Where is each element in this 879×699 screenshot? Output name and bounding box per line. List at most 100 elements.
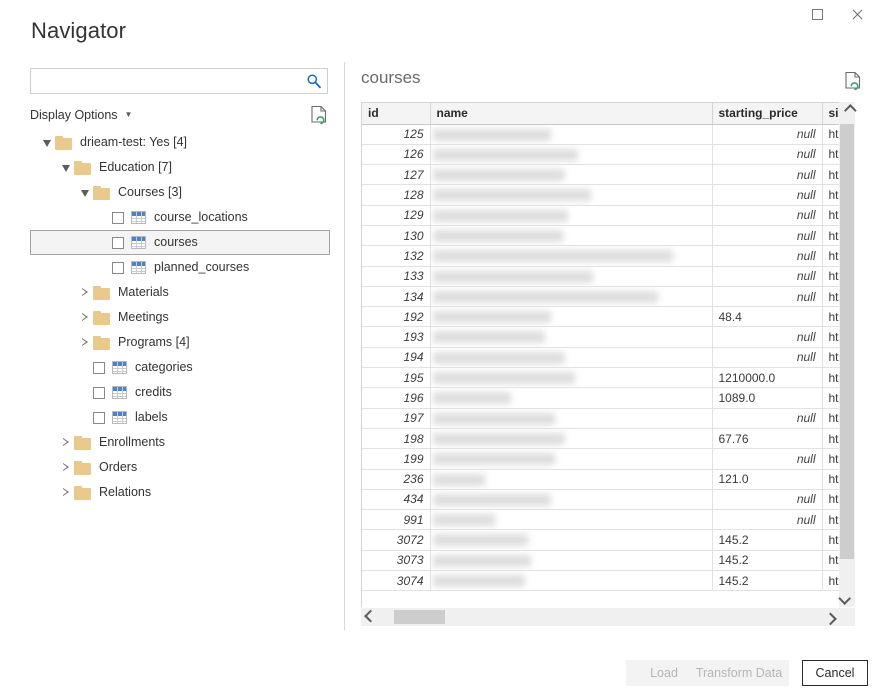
object-tree[interactable]: drieam-test: Yes [4] Education [7] Courses… xyxy=(30,130,330,590)
cell-starting-price: null xyxy=(712,124,823,145)
table-row[interactable]: 125 null ht xyxy=(362,124,839,145)
tree-item-courses[interactable]: courses xyxy=(30,230,330,255)
column-header-id[interactable]: id xyxy=(362,103,431,125)
expander-collapse-icon[interactable] xyxy=(58,164,74,172)
redacted-content xyxy=(432,534,528,547)
cancel-button[interactable]: Cancel xyxy=(802,660,868,686)
checkbox-categories[interactable] xyxy=(93,361,105,374)
folder-icon xyxy=(74,160,91,175)
cell-starting-price: null xyxy=(712,286,823,308)
table-row[interactable]: 134 null ht xyxy=(362,286,839,308)
checkbox-course-locations[interactable] xyxy=(112,211,124,224)
scroll-right-button[interactable] xyxy=(821,608,839,626)
checkbox-planned-courses[interactable] xyxy=(112,261,124,274)
tree-item-materials[interactable]: Materials xyxy=(30,280,329,305)
table-row[interactable]: 192 48.4 ht xyxy=(362,306,839,328)
tree-item-categories[interactable]: categories xyxy=(30,355,329,380)
redacted-content xyxy=(432,169,565,182)
scroll-down-button[interactable] xyxy=(837,590,855,607)
table-row[interactable]: 434 null ht xyxy=(362,489,839,511)
table-row[interactable]: 3074 145.2 ht xyxy=(362,570,839,592)
tree-item-labels[interactable]: labels xyxy=(30,405,329,430)
table-row[interactable]: 126 null ht xyxy=(362,144,839,166)
table-row[interactable]: 3073 145.2 ht xyxy=(362,550,839,572)
tree-item-education-7[interactable]: Education [7] xyxy=(30,155,329,180)
cell-id: 236 xyxy=(362,469,431,490)
table-row[interactable]: 194 null ht xyxy=(362,347,839,369)
table-row[interactable]: 197 null ht xyxy=(362,408,839,429)
cell-id: 194 xyxy=(362,347,431,369)
display-options-dropdown[interactable]: Display Options ▼ xyxy=(30,108,132,122)
column-header-starting-price[interactable]: starting_price xyxy=(712,103,823,125)
preview-title: courses xyxy=(361,68,421,87)
table-row[interactable]: 130 null ht xyxy=(362,225,839,247)
expander-expand-icon[interactable] xyxy=(77,313,93,322)
table-row[interactable]: 128 null ht xyxy=(362,184,839,206)
tree-item-enrollments[interactable]: Enrollments xyxy=(30,430,329,455)
chevron-down-icon: ▼ xyxy=(124,110,133,120)
tree-item-orders[interactable]: Orders xyxy=(30,455,329,480)
expander-expand-icon[interactable] xyxy=(58,438,74,447)
tree-item-label: categories xyxy=(135,360,193,375)
cell-signup-url: ht xyxy=(822,387,839,409)
cell-starting-price: null xyxy=(712,448,823,470)
checkbox-courses[interactable] xyxy=(112,236,124,249)
horizontal-scrollbar[interactable] xyxy=(361,608,855,626)
expander-collapse-icon[interactable] xyxy=(77,189,93,197)
refresh-document-icon[interactable] xyxy=(310,105,328,125)
table-row[interactable]: 196 1089.0 ht xyxy=(362,387,839,409)
data-grid[interactable]: id name starting_price signu 125nullht12… xyxy=(361,102,839,607)
vertical-scrollbar[interactable] xyxy=(837,102,857,607)
cell-id: 128 xyxy=(362,184,431,206)
table-icon xyxy=(112,411,127,424)
table-row[interactable]: 127 null ht xyxy=(362,164,839,186)
close-button[interactable] xyxy=(837,0,877,28)
vertical-scrollbar-thumb[interactable] xyxy=(840,124,854,559)
tree-item-credits[interactable]: credits xyxy=(30,380,329,405)
horizontal-scrollbar-thumb[interactable] xyxy=(394,610,445,624)
column-header-name[interactable]: name xyxy=(430,103,713,125)
tree-item-course-locations[interactable]: course_locations xyxy=(30,205,329,230)
expander-collapse-icon[interactable] xyxy=(39,139,55,147)
redacted-content xyxy=(432,432,565,445)
table-row[interactable]: 3072 145.2 ht xyxy=(362,529,839,551)
cell-id: 192 xyxy=(362,306,431,328)
cell-signup-url: ht xyxy=(822,489,839,511)
expander-expand-icon[interactable] xyxy=(77,338,93,347)
maximize-button[interactable] xyxy=(797,0,837,28)
scroll-up-button[interactable] xyxy=(839,102,857,119)
table-row[interactable]: 193 null ht xyxy=(362,326,839,348)
table-row[interactable]: 198 67.76 ht xyxy=(362,428,839,450)
transform-data-button[interactable]: Transform Data xyxy=(689,660,789,686)
table-row[interactable]: 129 null ht xyxy=(362,205,839,226)
table-row[interactable]: 195 1210000.0 ht xyxy=(362,367,839,389)
tree-item-courses-3[interactable]: Courses [3] xyxy=(30,180,329,205)
column-header-signup[interactable]: signu xyxy=(822,103,839,125)
tree-item-relations[interactable]: Relations xyxy=(30,480,329,505)
folder-icon xyxy=(55,135,72,150)
cell-signup-url: ht xyxy=(822,448,839,470)
scroll-left-button[interactable] xyxy=(361,608,379,626)
cell-name xyxy=(430,408,713,429)
expander-expand-icon[interactable] xyxy=(77,288,93,297)
checkbox-credits[interactable] xyxy=(93,386,105,399)
table-row[interactable]: 133 null ht xyxy=(362,266,839,287)
search-input[interactable] xyxy=(30,68,328,94)
expander-expand-icon[interactable] xyxy=(58,488,74,497)
checkbox-labels[interactable] xyxy=(93,411,105,424)
tree-item-planned-courses[interactable]: planned_courses xyxy=(30,255,329,280)
table-row[interactable]: 236 121.0 ht xyxy=(362,469,839,490)
expander-expand-icon[interactable] xyxy=(58,463,74,472)
table-row[interactable]: 199 null ht xyxy=(362,448,839,470)
tree-item-programs-4[interactable]: Programs [4] xyxy=(30,330,329,355)
tree-item-meetings[interactable]: Meetings xyxy=(30,305,329,330)
tree-item-label: courses xyxy=(154,235,198,250)
cell-starting-price: 67.76 xyxy=(712,428,823,450)
redacted-content xyxy=(432,189,591,202)
refresh-document-icon[interactable] xyxy=(844,71,862,91)
table-row[interactable]: 991 null ht xyxy=(362,509,839,531)
tree-item-drieam-test-yes-4[interactable]: drieam-test: Yes [4] xyxy=(30,130,329,155)
cell-name xyxy=(430,144,713,166)
table-row[interactable]: 132 null ht xyxy=(362,245,839,267)
chevron-right-icon xyxy=(823,612,837,625)
